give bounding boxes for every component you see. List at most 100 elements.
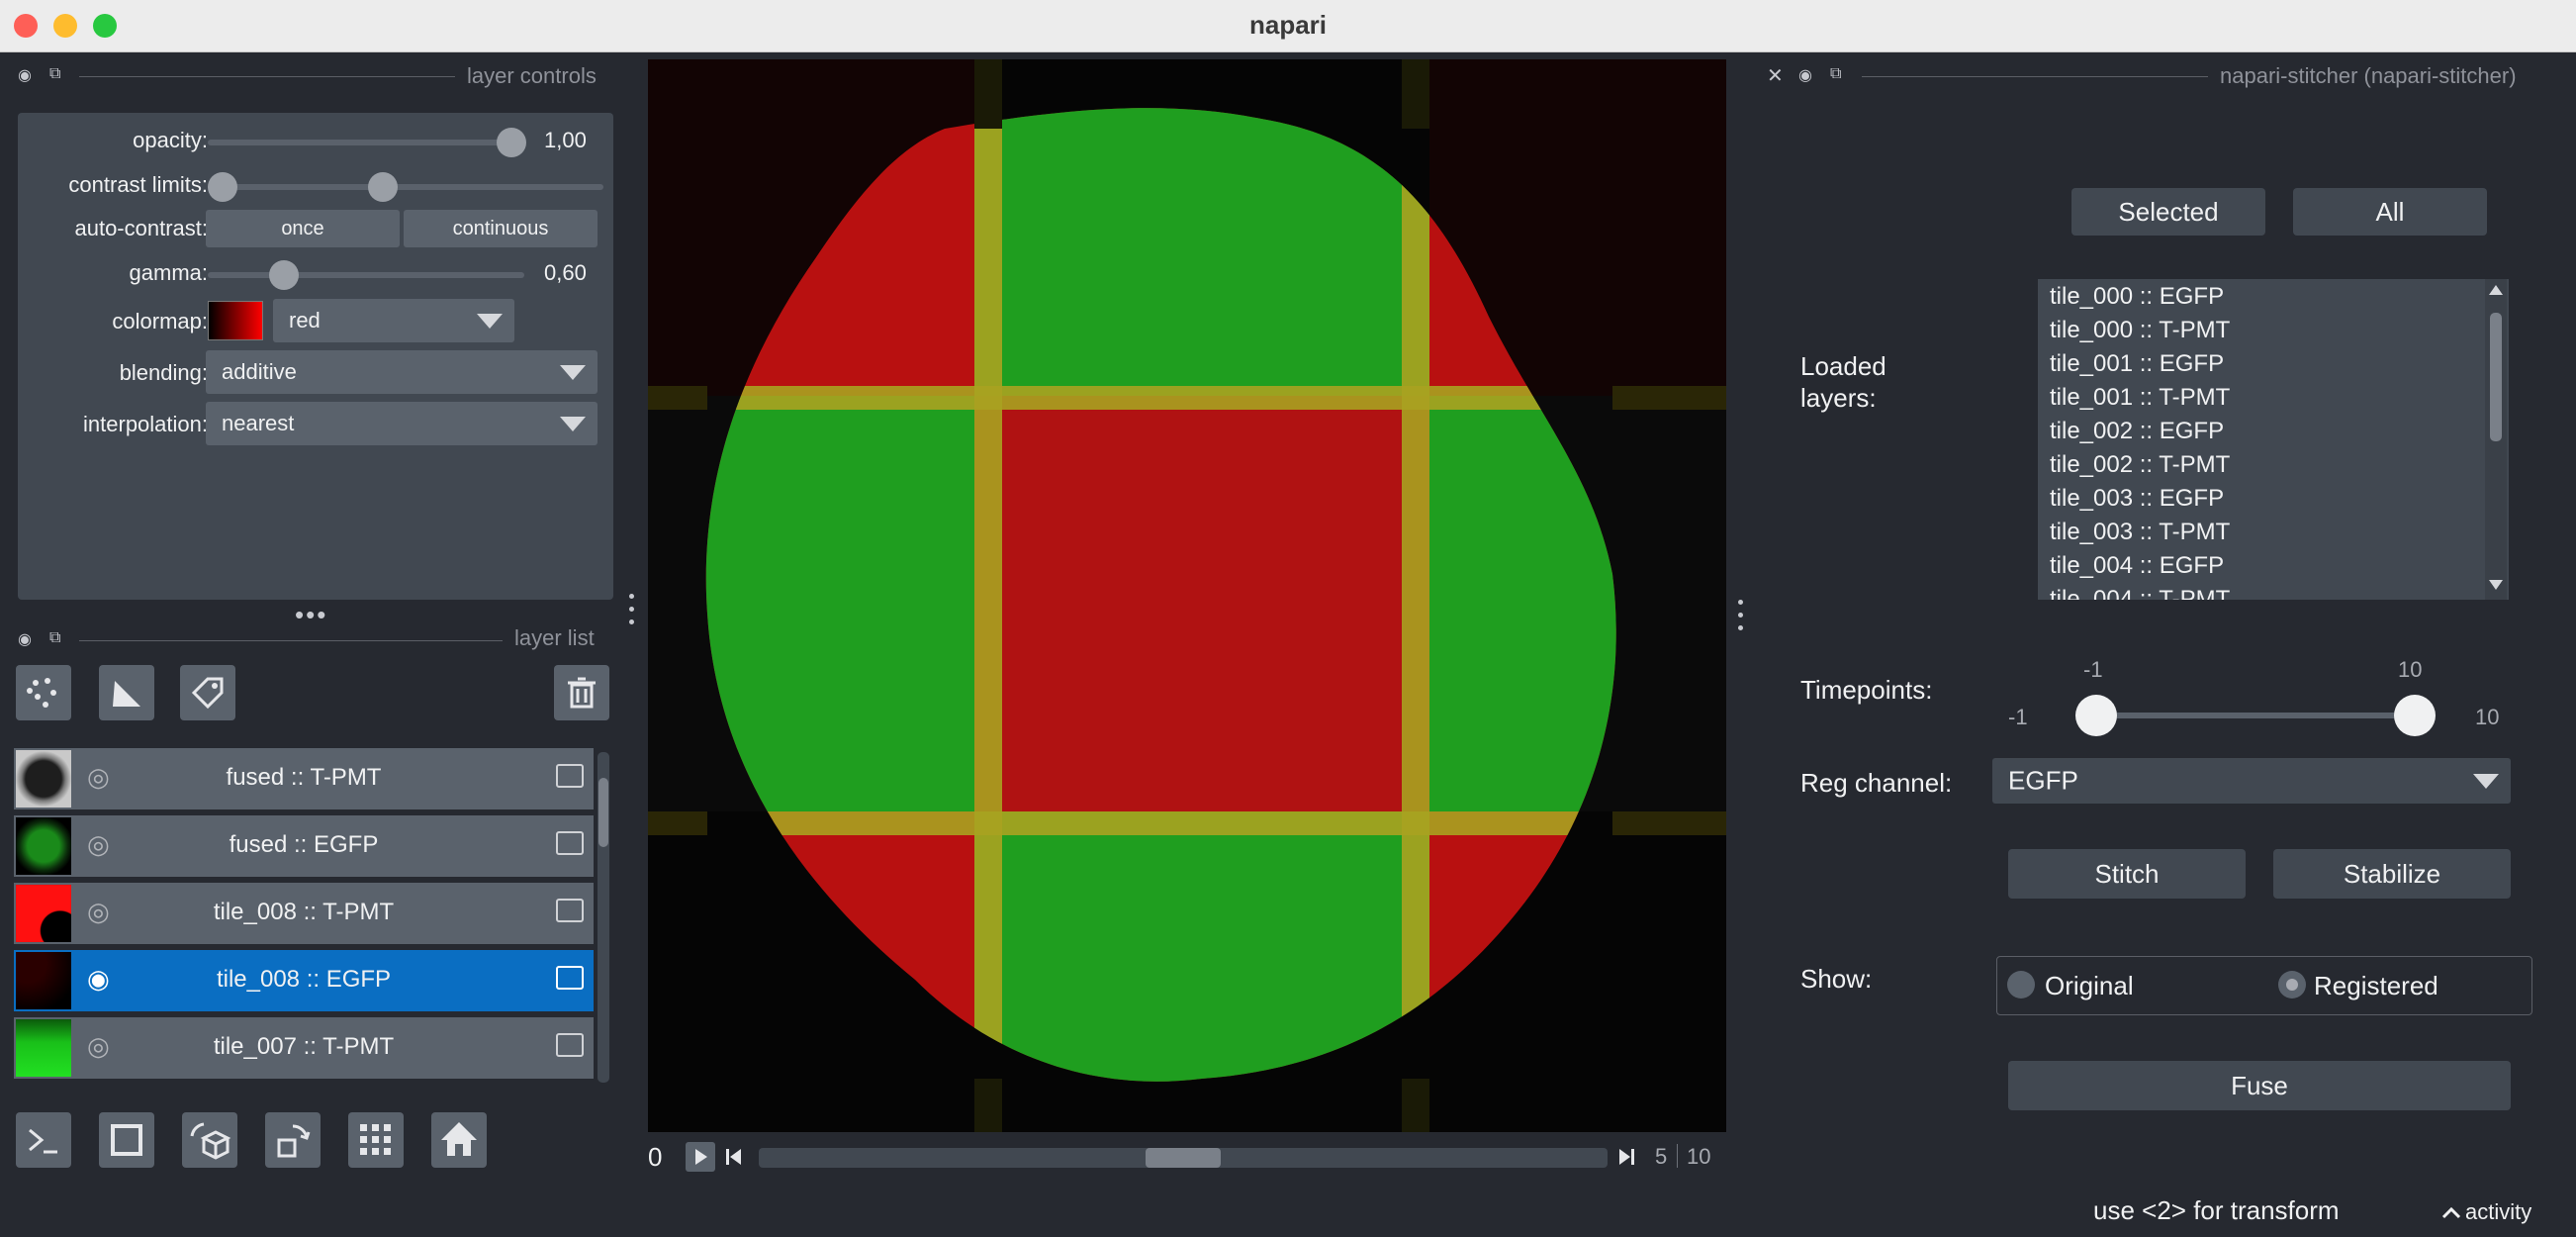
original-radio-label[interactable]: Original — [2045, 971, 2134, 1001]
interpolation-dropdown[interactable]: nearest — [206, 402, 598, 445]
listbox-scrollbar[interactable] — [2485, 279, 2507, 600]
list-item[interactable]: tile_002 :: EGFP — [2050, 418, 2224, 445]
toggle-ndisplay-button[interactable] — [99, 1112, 154, 1168]
dims-slider-handle[interactable] — [1146, 1148, 1221, 1168]
reg-channel-value: EGFP — [2008, 765, 2078, 796]
header-divider — [1862, 76, 2208, 77]
list-item[interactable]: tile_000 :: EGFP — [2050, 283, 2224, 311]
last-frame-button[interactable] — [1615, 1142, 1637, 1172]
gamma-slider[interactable] — [208, 272, 524, 278]
opacity-label: opacity: — [133, 128, 208, 152]
scroll-down-icon[interactable] — [2489, 580, 2503, 590]
list-item[interactable]: tile_003 :: EGFP — [2050, 485, 2224, 513]
right-splitter-handle[interactable] — [1738, 600, 1744, 649]
fuse-button[interactable]: Fuse — [2008, 1061, 2511, 1110]
auto-contrast-label: auto-contrast: — [74, 216, 208, 240]
list-item[interactable]: tile_001 :: T-PMT — [2050, 384, 2230, 412]
colormap-value: red — [289, 308, 321, 333]
skip-back-icon — [726, 1149, 741, 1165]
dims-current-frame: 0 — [648, 1142, 663, 1172]
layer-row-fused-t-pmt[interactable]: ◎ fused :: T-PMT — [14, 748, 594, 809]
timepoints-low-handle[interactable] — [2075, 695, 2117, 736]
gamma-slider-handle[interactable] — [269, 260, 299, 290]
listbox-scrollbar-handle[interactable] — [2490, 313, 2502, 441]
list-item[interactable]: tile_004 :: EGFP — [2050, 552, 2224, 580]
all-button[interactable]: All — [2293, 188, 2487, 236]
image-layer-icon — [556, 831, 584, 855]
layer-row-tile-008-t-pmt[interactable]: ◎ tile_008 :: T-PMT — [14, 883, 594, 944]
layer-thumbnail — [16, 817, 71, 875]
selected-button[interactable]: Selected — [2071, 188, 2265, 236]
label-tag-icon — [191, 677, 224, 710]
auto-contrast-continuous-button[interactable]: continuous — [404, 210, 598, 247]
layer-name: fused :: EGFP — [229, 831, 379, 858]
activity-label[interactable]: activity — [2465, 1199, 2531, 1225]
opacity-slider[interactable] — [208, 140, 524, 145]
stabilize-button[interactable]: Stabilize — [2273, 849, 2511, 899]
original-radio[interactable] — [2007, 971, 2035, 999]
layer-list-scrollbar-handle[interactable] — [598, 778, 608, 847]
list-item[interactable]: tile_001 :: EGFP — [2050, 350, 2224, 378]
list-item[interactable]: tile_003 :: T-PMT — [2050, 519, 2230, 546]
reg-channel-label: Reg channel: — [1800, 768, 1953, 798]
play-button[interactable] — [686, 1142, 715, 1172]
reset-view-button[interactable] — [431, 1112, 487, 1168]
left-splitter-handle[interactable] — [629, 594, 635, 643]
console-button[interactable] — [16, 1112, 71, 1168]
list-item[interactable]: tile_004 :: T-PMT — [2050, 586, 2230, 600]
first-frame-button[interactable] — [723, 1142, 745, 1172]
timepoints-high-handle[interactable] — [2394, 695, 2436, 736]
timepoints-range-slider[interactable] — [2097, 713, 2434, 718]
colormap-dropdown[interactable]: red — [273, 299, 514, 342]
stitch-button[interactable]: Stitch — [2008, 849, 2246, 899]
chevron-down-icon — [477, 314, 503, 329]
contrast-limits-slider[interactable] — [208, 184, 603, 190]
timepoints-high-value: 10 — [2398, 657, 2423, 682]
layer-name: fused :: T-PMT — [226, 764, 382, 791]
layer-row-tile-007-t-pmt[interactable]: ◎ tile_007 :: T-PMT — [14, 1017, 594, 1079]
roll-dimensions-button[interactable] — [182, 1112, 237, 1168]
close-icon[interactable]: ✕ — [1767, 63, 1784, 88]
interpolation-value: nearest — [222, 411, 295, 435]
activity-toggle[interactable] — [2439, 1201, 2463, 1226]
window-title-bar: napari — [0, 0, 2576, 52]
blending-dropdown[interactable]: additive — [206, 350, 598, 394]
points-icon — [27, 678, 56, 708]
scroll-up-icon[interactable] — [2489, 285, 2503, 295]
layer-controls-panel: opacity: 1,00 contrast limits: auto-cont… — [18, 113, 613, 600]
new-labels-layer-button[interactable] — [180, 665, 235, 720]
loaded-layers-listbox[interactable]: tile_000 :: EGFP tile_000 :: T-PMT tile_… — [2038, 279, 2509, 600]
eye-icon[interactable]: ◉ — [1798, 65, 1812, 85]
list-item[interactable]: tile_000 :: T-PMT — [2050, 317, 2230, 344]
layer-row-tile-008-egfp[interactable]: ◉ tile_008 :: EGFP — [14, 950, 594, 1011]
header-divider — [79, 76, 455, 77]
layer-thumbnail — [16, 1019, 71, 1077]
float-panel-icon[interactable]: ⧉ — [49, 65, 60, 83]
contrast-limits-high-handle[interactable] — [368, 172, 398, 202]
chevron-down-icon — [2473, 774, 2499, 789]
delete-layer-button[interactable] — [554, 665, 609, 720]
opacity-slider-handle[interactable] — [497, 128, 526, 157]
grid-view-button[interactable] — [348, 1112, 404, 1168]
contrast-limits-low-handle[interactable] — [208, 172, 237, 202]
panel-splitter-handle[interactable]: ••• — [295, 600, 327, 630]
new-shapes-layer-button[interactable] — [99, 665, 154, 720]
transpose-dimensions-button[interactable] — [265, 1112, 321, 1168]
new-points-layer-button[interactable] — [16, 665, 71, 720]
layer-row-fused-egfp[interactable]: ◎ fused :: EGFP — [14, 815, 594, 877]
eye-icon[interactable]: ◉ — [18, 629, 32, 649]
layer-thumbnail — [16, 750, 71, 808]
registered-radio[interactable] — [2278, 971, 2306, 999]
list-item[interactable]: tile_002 :: T-PMT — [2050, 451, 2230, 479]
eye-icon[interactable]: ◉ — [18, 65, 32, 85]
float-panel-icon[interactable]: ⧉ — [49, 629, 60, 647]
play-icon — [695, 1149, 707, 1165]
registered-radio-label[interactable]: Registered — [2314, 971, 2438, 1001]
reg-channel-dropdown[interactable]: EGFP — [1992, 758, 2511, 804]
layer-name: tile_008 :: EGFP — [216, 966, 392, 993]
float-panel-icon[interactable]: ⧉ — [1830, 65, 1841, 83]
auto-contrast-once-button[interactable]: once — [206, 210, 400, 247]
layer-list-title: layer list — [514, 625, 595, 650]
timepoints-label: Timepoints: — [1800, 675, 1933, 705]
viewer-canvas[interactable] — [648, 59, 1726, 1132]
